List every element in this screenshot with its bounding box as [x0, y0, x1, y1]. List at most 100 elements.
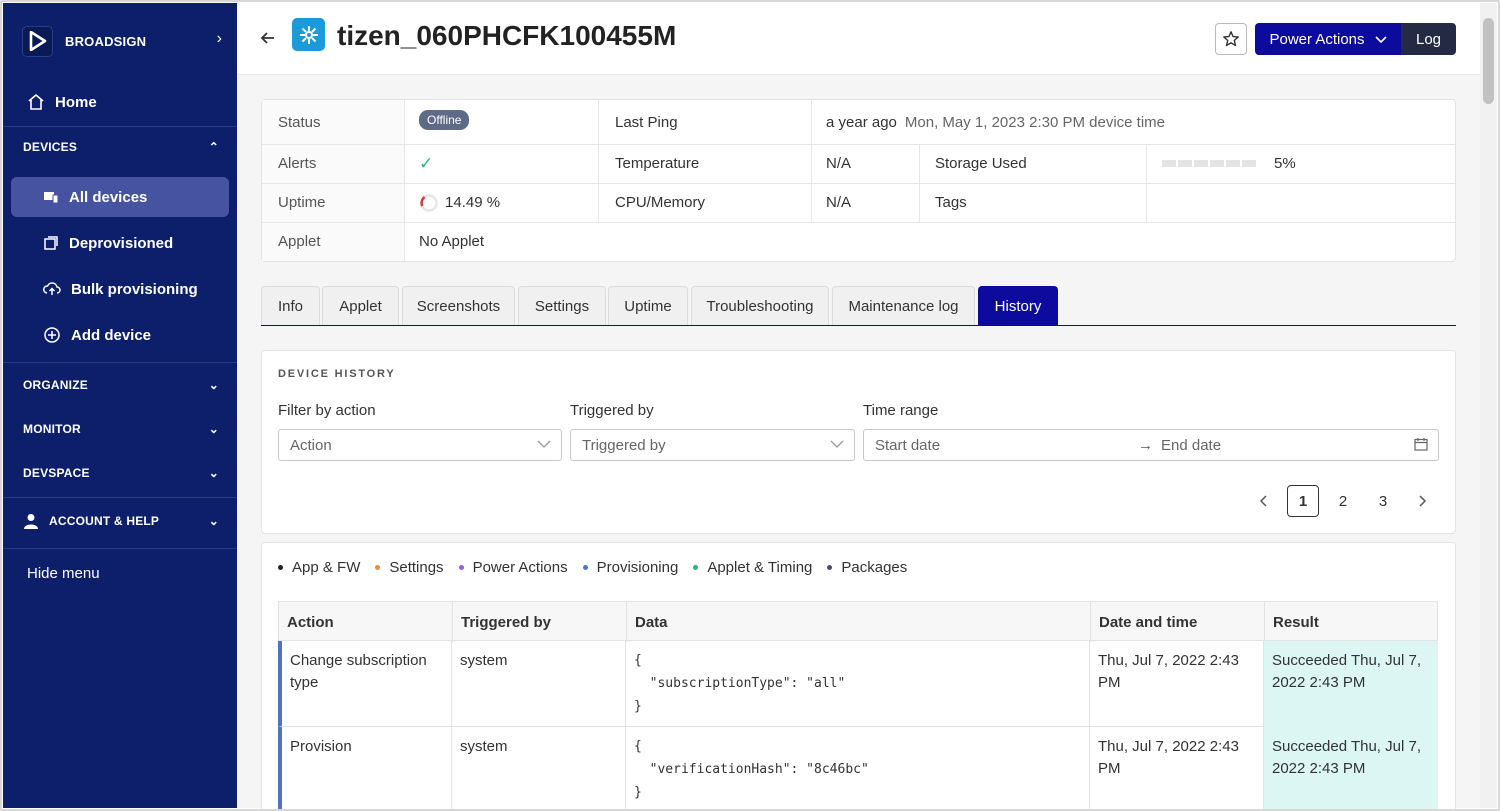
tab-troubleshooting[interactable]: Troubleshooting [691, 286, 829, 326]
applet-label: Applet [262, 222, 404, 261]
legend-dot [278, 565, 283, 570]
section-devspace-label: DEVSPACE [23, 466, 90, 480]
nav-home-label: Home [55, 93, 97, 111]
page-1-button[interactable]: 1 [1287, 485, 1319, 517]
storage-label: Storage Used [935, 155, 1027, 172]
section-title: DEVICE HISTORY [278, 368, 396, 380]
section-monitor[interactable]: MONITOR ⌄ [23, 422, 219, 436]
table-row[interactable]: Provision system { "verificationHash": "… [278, 727, 1438, 811]
tags-label: Tags [935, 194, 967, 211]
page-2-button[interactable]: 2 [1327, 485, 1359, 517]
status-badge: Offline [419, 110, 470, 130]
scrollbar-thumb[interactable] [1483, 18, 1494, 104]
section-organize[interactable]: ORGANIZE ⌄ [23, 378, 219, 392]
legend-dot [582, 565, 588, 570]
star-icon [1223, 31, 1239, 47]
section-devices[interactable]: DEVICES ⌃ [23, 140, 219, 154]
power-actions-label: Power Actions [1269, 30, 1365, 48]
sidebar-item-label: Bulk provisioning [71, 280, 198, 298]
chevron-down-icon [830, 436, 844, 452]
legend: App & FW Settings Power Actions Provisio… [278, 559, 922, 576]
legend-item: Applet & Timing [693, 559, 812, 576]
table-row[interactable]: Change subscription type system { "subsc… [278, 641, 1438, 727]
chevron-up-icon: ⌃ [208, 140, 219, 154]
last-ping-detail: Mon, May 1, 2023 2:30 PM device time [904, 113, 1166, 131]
tab-screenshots[interactable]: Screenshots [402, 286, 515, 326]
sidebar-item-add-device[interactable]: Add device [11, 315, 229, 355]
broadsign-logo-icon [22, 25, 53, 57]
chevron-down-icon: ⌄ [208, 466, 219, 480]
storage-value: 5% [1162, 144, 1296, 183]
add-circle-icon [44, 327, 60, 343]
cell-result: Succeeded Thu, Jul 7, 2022 2:43 PM [1264, 727, 1438, 811]
log-button[interactable]: Log [1401, 23, 1456, 55]
legend-item: Packages [827, 559, 907, 576]
section-organize-label: ORGANIZE [23, 378, 88, 392]
tab-uptime[interactable]: Uptime [608, 286, 688, 326]
back-arrow-icon[interactable] [258, 28, 278, 54]
page-3-button[interactable]: 3 [1367, 485, 1399, 517]
next-page-button[interactable] [1407, 485, 1439, 517]
cpu-value: N/A [826, 194, 852, 211]
sidebar-item-label: Add device [71, 326, 152, 344]
chevron-left-icon [1259, 495, 1267, 507]
temperature-value: N/A [826, 155, 852, 172]
date-range-picker[interactable]: Start date → End date [863, 429, 1439, 461]
legend-dot [693, 565, 699, 570]
divider [3, 497, 237, 498]
device-info-table: Status Offline Last Ping a year ago Mon,… [261, 99, 1456, 262]
sidebar-item-deprovisioned[interactable]: Deprovisioned [11, 223, 229, 263]
status-label: Status [262, 100, 404, 144]
status-value: Offline [419, 100, 470, 140]
prev-page-button[interactable] [1247, 485, 1279, 517]
scrollbar[interactable] [1480, 3, 1497, 808]
action-select[interactable]: Action [278, 429, 562, 461]
tab-settings[interactable]: Settings [518, 286, 606, 326]
calendar-icon[interactable] [1414, 437, 1428, 454]
chevron-right-icon[interactable]: › [217, 30, 222, 48]
sidebar-item-bulk-provisioning[interactable]: Bulk provisioning [11, 269, 229, 309]
end-date-input[interactable]: End date [1161, 437, 1221, 454]
brand[interactable]: BROADSIGN › [22, 24, 222, 58]
cell-triggered-by: system [452, 641, 626, 727]
chevron-down-icon: ⌄ [208, 378, 219, 392]
legend-item: Provisioning [582, 559, 678, 576]
nav-home[interactable]: Home [27, 93, 97, 111]
chevron-down-icon: ⌄ [208, 514, 219, 528]
time-range-label: Time range [863, 402, 939, 419]
power-actions-button[interactable]: Power Actions [1255, 23, 1401, 55]
section-devspace[interactable]: DEVSPACE ⌄ [23, 466, 219, 480]
uptime-value: 14.49 % [419, 183, 500, 222]
column-header-date[interactable]: Date and time [1091, 602, 1265, 642]
cell-data: { "subscriptionType": "all" } [626, 641, 1090, 727]
triggered-by-select[interactable]: Triggered by [570, 429, 855, 461]
tab-info[interactable]: Info [261, 286, 320, 326]
last-ping-value: a year ago Mon, May 1, 2023 2:30 PM devi… [826, 100, 1165, 144]
column-header-data[interactable]: Data [627, 602, 1091, 642]
favorite-button[interactable] [1215, 23, 1247, 55]
tab-applet[interactable]: Applet [322, 286, 399, 326]
devices-icon [44, 192, 59, 204]
triggered-by-label: Triggered by [570, 402, 654, 419]
section-account-help[interactable]: ACCOUNT & HELP ⌄ [23, 513, 219, 529]
tab-history[interactable]: History [978, 286, 1058, 326]
triggered-by-placeholder: Triggered by [582, 436, 666, 454]
storage-percent: 5% [1274, 155, 1296, 172]
sidebar-item-all-devices[interactable]: All devices [11, 177, 229, 217]
legend-label: Packages [841, 559, 908, 576]
hide-menu-link[interactable]: Hide menu [27, 565, 100, 582]
storage-bar [1162, 160, 1256, 167]
column-header-result[interactable]: Result [1265, 602, 1438, 642]
home-icon [28, 93, 44, 110]
check-icon: ✓ [419, 153, 434, 173]
column-header-action[interactable]: Action [279, 602, 453, 642]
start-date-input[interactable]: Start date [875, 437, 1135, 454]
column-header-triggered-by[interactable]: Triggered by [453, 602, 627, 642]
cell-action: Provision [282, 727, 452, 811]
legend-item: Settings [375, 559, 444, 576]
alerts-label: Alerts [262, 144, 404, 183]
table-header: Action Triggered by Data Date and time R… [278, 601, 1438, 642]
section-monitor-label: MONITOR [23, 422, 81, 436]
tab-maintenance-log[interactable]: Maintenance log [832, 286, 975, 326]
legend-dot [827, 565, 833, 570]
